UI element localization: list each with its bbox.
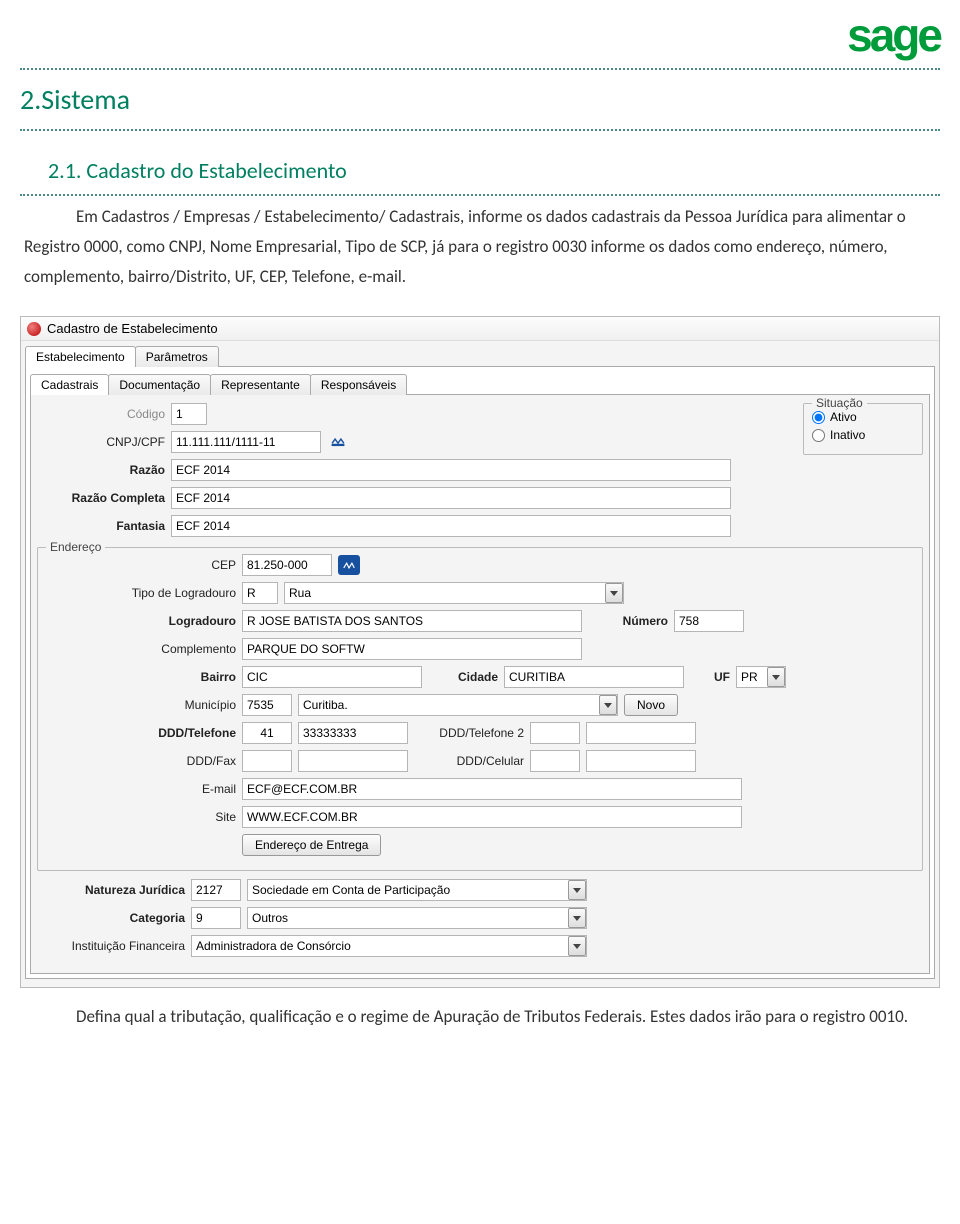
label-complemento: Complemento: [46, 642, 236, 656]
ddd-fax-input[interactable]: [242, 750, 292, 772]
tab-responsaveis[interactable]: Responsáveis: [310, 374, 407, 395]
ddd2-input[interactable]: [530, 722, 580, 744]
tab-documentacao[interactable]: Documentação: [108, 374, 211, 395]
numero-input[interactable]: [674, 610, 744, 632]
endereco-group: Endereço CEP Tipo de Logradouro: [37, 547, 923, 871]
label-cnpj: CNPJ/CPF: [37, 435, 165, 449]
celular-input[interactable]: [586, 750, 696, 772]
label-uf: UF: [690, 670, 730, 684]
telefone2-input[interactable]: [586, 722, 696, 744]
label-numero: Número: [588, 614, 668, 628]
radio-ativo[interactable]: Ativo: [812, 410, 914, 424]
doc-paragraph-2: Defina qual a tributação, qualificação e…: [20, 1002, 940, 1032]
novo-municipio-button[interactable]: Novo: [624, 694, 678, 716]
label-email: E-mail: [46, 782, 236, 796]
cep-lookup-icon[interactable]: [338, 555, 360, 575]
label-instituicao-financeira: Instituição Financeira: [37, 939, 185, 953]
label-bairro: Bairro: [46, 670, 236, 684]
label-tipo-logradouro: Tipo de Logradouro: [46, 586, 236, 600]
tab-cadastrais[interactable]: Cadastrais: [30, 374, 109, 395]
label-inativo: Inativo: [830, 428, 865, 442]
razao-input[interactable]: [171, 459, 731, 481]
categoria-code-input[interactable]: [191, 907, 241, 929]
endereco-entrega-button[interactable]: Endereço de Entrega: [242, 834, 381, 856]
radio-inativo[interactable]: Inativo: [812, 428, 914, 442]
divider: [20, 194, 940, 196]
fantasia-input[interactable]: [171, 515, 731, 537]
cidade-input[interactable]: [504, 666, 684, 688]
site-input[interactable]: [242, 806, 742, 828]
label-ddd-celular: DDD/Celular: [414, 754, 524, 768]
receita-icon[interactable]: [327, 432, 349, 452]
window-title: Cadastro de Estabelecimento: [47, 321, 218, 336]
categoria-desc-input[interactable]: [247, 907, 587, 929]
cep-input[interactable]: [242, 554, 332, 576]
label-site: Site: [46, 810, 236, 824]
window-titlebar: Cadastro de Estabelecimento: [21, 317, 939, 341]
bairro-input[interactable]: [242, 666, 422, 688]
codigo-input[interactable]: [171, 403, 207, 425]
label-natureza-juridica: Natureza Jurídica: [37, 883, 185, 897]
doc-heading-1: 2.Sistema: [20, 76, 940, 123]
radio-inativo-input[interactable]: [812, 429, 825, 442]
label-codigo: Código: [37, 407, 165, 421]
label-categoria: Categoria: [37, 911, 185, 925]
situacao-group: Situação Ativo Inativo: [803, 403, 923, 455]
inst-fin-dropdown-button[interactable]: [568, 936, 586, 956]
nat-jur-dropdown-button[interactable]: [568, 880, 586, 900]
label-ddd-fax: DDD/Fax: [46, 754, 236, 768]
ddd-cel-input[interactable]: [530, 750, 580, 772]
telefone-input[interactable]: [298, 722, 408, 744]
outer-tabstrip: Estabelecimento Parâmetros: [21, 341, 939, 366]
label-ativo: Ativo: [830, 410, 857, 424]
cnpj-input[interactable]: [171, 431, 321, 453]
divider: [20, 68, 940, 70]
label-municipio: Município: [46, 698, 236, 712]
label-fantasia: Fantasia: [37, 519, 165, 533]
municipio-code-input[interactable]: [242, 694, 292, 716]
ddd-input[interactable]: [242, 722, 292, 744]
tipo-log-code-input[interactable]: [242, 582, 278, 604]
categoria-dropdown-button[interactable]: [568, 908, 586, 928]
label-ddd-telefone: DDD/Telefone: [46, 726, 236, 740]
tipo-log-desc-input[interactable]: [284, 582, 624, 604]
label-situacao: Situação: [812, 396, 867, 410]
municipio-desc-input[interactable]: [298, 694, 618, 716]
email-input[interactable]: [242, 778, 742, 800]
uf-dropdown-button[interactable]: [767, 667, 785, 687]
inner-tabstrip: Cadastrais Documentação Representante Re…: [26, 369, 934, 394]
label-ddd-telefone2: DDD/Telefone 2: [414, 726, 524, 740]
razao-completa-input[interactable]: [171, 487, 731, 509]
tipo-log-dropdown-button[interactable]: [605, 583, 623, 603]
app-icon: [27, 322, 41, 336]
nat-jur-code-input[interactable]: [191, 879, 241, 901]
label-cep: CEP: [46, 558, 236, 572]
tab-representante[interactable]: Representante: [210, 374, 311, 395]
inst-fin-input[interactable]: [191, 935, 587, 957]
logradouro-input[interactable]: [242, 610, 582, 632]
fax-input[interactable]: [298, 750, 408, 772]
doc-heading-2: 2.1. Cadastro do Estabelecimento: [20, 155, 940, 188]
doc-paragraph-1: Em Cadastros / Empresas / Estabeleciment…: [20, 202, 940, 292]
divider: [20, 129, 940, 131]
municipio-dropdown-button[interactable]: [599, 695, 617, 715]
legend-endereco: Endereço: [46, 540, 105, 554]
label-cidade: Cidade: [428, 670, 498, 684]
label-logradouro: Logradouro: [46, 614, 236, 628]
nat-jur-desc-input[interactable]: [247, 879, 587, 901]
app-window: Cadastro de Estabelecimento Estabelecime…: [20, 316, 940, 988]
complemento-input[interactable]: [242, 638, 582, 660]
sage-logo: sage: [847, 8, 940, 62]
label-razao-completa: Razão Completa: [37, 491, 165, 505]
tab-estabelecimento[interactable]: Estabelecimento: [25, 346, 136, 367]
tab-parametros[interactable]: Parâmetros: [135, 346, 219, 367]
label-razao: Razão: [37, 463, 165, 477]
radio-ativo-input[interactable]: [812, 411, 825, 424]
